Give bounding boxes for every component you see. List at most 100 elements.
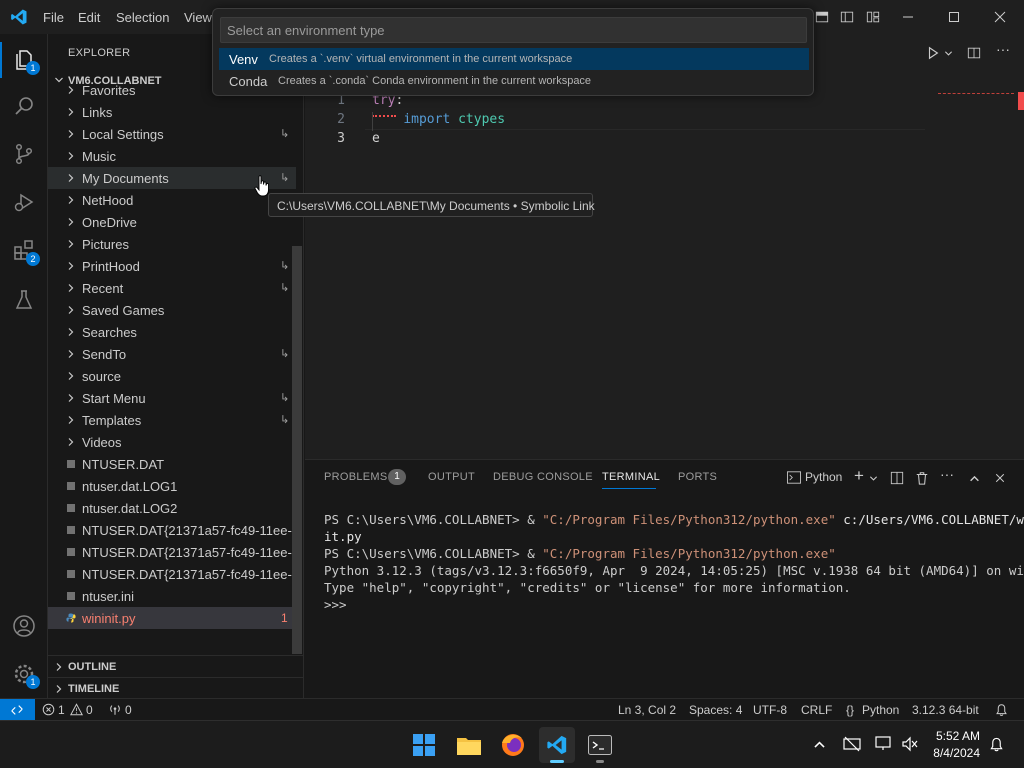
notifications-bell-icon[interactable] bbox=[995, 703, 1008, 717]
tab-ports[interactable]: PORTS bbox=[678, 471, 717, 483]
ports-antenna-icon[interactable] bbox=[108, 703, 122, 716]
timeline-section-header[interactable]: TIMELINE bbox=[48, 677, 304, 699]
quick-pick-item-name: Venv bbox=[229, 52, 258, 67]
warning-icon[interactable] bbox=[70, 703, 83, 716]
file-encoding[interactable]: UTF-8 bbox=[753, 703, 787, 717]
tree-folder-item[interactable]: Links bbox=[48, 101, 296, 123]
tree-folder-item[interactable]: Videos bbox=[48, 431, 296, 453]
accounts-icon[interactable] bbox=[12, 614, 36, 638]
editor-area[interactable]: ··· 1 try: 2 import ctypes 3 e bbox=[305, 34, 1024, 459]
tree-file-item[interactable]: NTUSER.DAT{21371a57-fc49-11ee-a... bbox=[48, 563, 298, 585]
split-terminal-icon[interactable] bbox=[890, 471, 904, 485]
tree-file-item[interactable]: NTUSER.DAT bbox=[48, 453, 296, 475]
tree-folder-item[interactable]: source bbox=[48, 365, 296, 387]
run-debug-icon[interactable] bbox=[12, 190, 36, 214]
menu-edit[interactable]: Edit bbox=[78, 10, 100, 25]
language-mode[interactable]: Python bbox=[862, 703, 899, 717]
tree-folder-item[interactable]: PrintHood ↳ bbox=[48, 255, 296, 277]
tree-folder-item[interactable]: Pictures bbox=[48, 233, 296, 255]
customize-layout-icon[interactable] bbox=[866, 10, 880, 24]
terminal-output[interactable]: PS C:\Users\VM6.COLLABNET> & "C:/Program… bbox=[324, 511, 1024, 613]
toggle-sidebar-icon[interactable] bbox=[815, 10, 829, 24]
vscode-taskbar-app[interactable] bbox=[539, 727, 575, 763]
clock-date[interactable]: 8/4/2024 bbox=[933, 746, 980, 760]
volume-muted-icon[interactable] bbox=[901, 736, 919, 752]
terminal-profile-name[interactable]: Python bbox=[805, 470, 842, 484]
windows-start-icon[interactable] bbox=[406, 727, 442, 763]
clock-time[interactable]: 5:52 AM bbox=[936, 729, 980, 743]
testing-flask-icon[interactable] bbox=[12, 288, 36, 312]
keyword-import: import bbox=[403, 112, 451, 127]
chevron-down-icon[interactable] bbox=[869, 474, 878, 483]
search-icon[interactable] bbox=[12, 94, 36, 118]
tree-file-item[interactable]: wininit.py 1 bbox=[48, 607, 296, 629]
menu-selection[interactable]: Selection bbox=[116, 10, 169, 25]
tab-debug-console[interactable]: DEBUG CONSOLE bbox=[493, 471, 593, 483]
display-icon[interactable] bbox=[875, 736, 893, 752]
menu-file[interactable]: File bbox=[43, 10, 64, 25]
remote-icon bbox=[11, 705, 23, 715]
end-of-line[interactable]: CRLF bbox=[801, 703, 832, 717]
network-disconnected-icon[interactable] bbox=[843, 736, 861, 752]
split-editor-icon[interactable] bbox=[967, 46, 981, 60]
tree-folder-item[interactable]: Searches bbox=[48, 321, 296, 343]
symlink-indicator-icon: ↳ bbox=[280, 172, 290, 184]
tree-file-item[interactable]: ntuser.ini bbox=[48, 585, 296, 607]
tree-folder-item[interactable]: Saved Games bbox=[48, 299, 296, 321]
chevron-right-icon bbox=[68, 306, 74, 314]
notification-center-bell-icon[interactable] bbox=[989, 736, 1004, 753]
minimize-icon[interactable] bbox=[900, 9, 916, 25]
terminal-taskbar-app[interactable] bbox=[582, 727, 618, 763]
warning-count[interactable]: 0 bbox=[86, 703, 93, 717]
remote-indicator-button[interactable] bbox=[0, 699, 35, 721]
tree-folder-item[interactable]: Music bbox=[48, 145, 296, 167]
close-icon[interactable] bbox=[992, 9, 1008, 25]
file-explorer-icon[interactable] bbox=[451, 727, 487, 763]
outline-section-header[interactable]: OUTLINE bbox=[48, 655, 304, 677]
explorer-badge: 1 bbox=[26, 61, 40, 75]
tree-folder-item[interactable]: SendTo ↳ bbox=[48, 343, 296, 365]
error-icon[interactable] bbox=[42, 703, 55, 716]
tab-terminal[interactable]: TERMINAL bbox=[602, 471, 660, 483]
new-terminal-icon[interactable]: + bbox=[854, 466, 864, 486]
chevron-down-icon[interactable] bbox=[944, 49, 953, 58]
maximize-icon[interactable] bbox=[946, 9, 962, 25]
more-actions-icon[interactable]: ··· bbox=[996, 41, 1010, 57]
tree-folder-item[interactable]: Start Menu ↳ bbox=[48, 387, 296, 409]
quick-pick-item-conda[interactable]: Conda Creates a `.conda` Conda environme… bbox=[219, 70, 809, 92]
show-hidden-icons-chevron-icon[interactable] bbox=[813, 738, 826, 751]
close-panel-icon[interactable] bbox=[994, 472, 1006, 484]
firefox-icon[interactable] bbox=[495, 727, 531, 763]
tree-file-item[interactable]: NTUSER.DAT{21371a57-fc49-11ee-a... bbox=[48, 541, 298, 563]
cursor-position[interactable]: Ln 3, Col 2 bbox=[618, 703, 676, 717]
tree-folder-item[interactable]: Recent ↳ bbox=[48, 277, 296, 299]
source-control-icon[interactable] bbox=[12, 142, 36, 166]
quick-pick-item-venv[interactable]: Venv Creates a `.venv` virtual environme… bbox=[219, 48, 809, 70]
chevron-right-icon bbox=[68, 394, 74, 402]
tree-file-item[interactable]: ntuser.dat.LOG2 bbox=[48, 497, 296, 519]
indentation[interactable]: Spaces: 4 bbox=[689, 703, 742, 717]
tab-problems[interactable]: PROBLEMS bbox=[324, 471, 388, 483]
tree-folder-item[interactable]: OneDrive bbox=[48, 211, 296, 233]
run-python-file-icon[interactable] bbox=[926, 46, 940, 60]
toggle-panel-icon[interactable] bbox=[840, 10, 854, 24]
tree-folder-item[interactable]: Local Settings ↳ bbox=[48, 123, 296, 145]
vscode-logo-icon bbox=[11, 9, 27, 25]
python-interpreter[interactable]: 3.12.3 64-bit bbox=[912, 703, 979, 717]
tab-output[interactable]: OUTPUT bbox=[428, 471, 475, 483]
maximize-panel-icon[interactable] bbox=[969, 473, 980, 484]
trash-icon[interactable] bbox=[915, 471, 929, 485]
sidebar-scrollbar[interactable] bbox=[292, 246, 302, 654]
forwarded-ports-count[interactable]: 0 bbox=[125, 703, 132, 717]
tree-file-item[interactable]: NTUSER.DAT{21371a57-fc49-11ee-a... bbox=[48, 519, 298, 541]
tree-file-item[interactable]: ntuser.dat.LOG1 bbox=[48, 475, 296, 497]
windows-taskbar: 5:52 AM 8/4/2024 bbox=[0, 720, 1024, 768]
menu-view[interactable]: View bbox=[184, 10, 212, 25]
chevron-right-icon bbox=[68, 174, 74, 182]
more-actions-icon[interactable]: ··· bbox=[940, 466, 954, 482]
chevron-right-icon bbox=[68, 218, 74, 226]
tree-folder-item[interactable]: Templates ↳ bbox=[48, 409, 296, 431]
environment-type-input[interactable] bbox=[220, 17, 807, 43]
language-braces-icon[interactable]: {} bbox=[846, 703, 854, 717]
error-count[interactable]: 1 bbox=[58, 703, 65, 717]
